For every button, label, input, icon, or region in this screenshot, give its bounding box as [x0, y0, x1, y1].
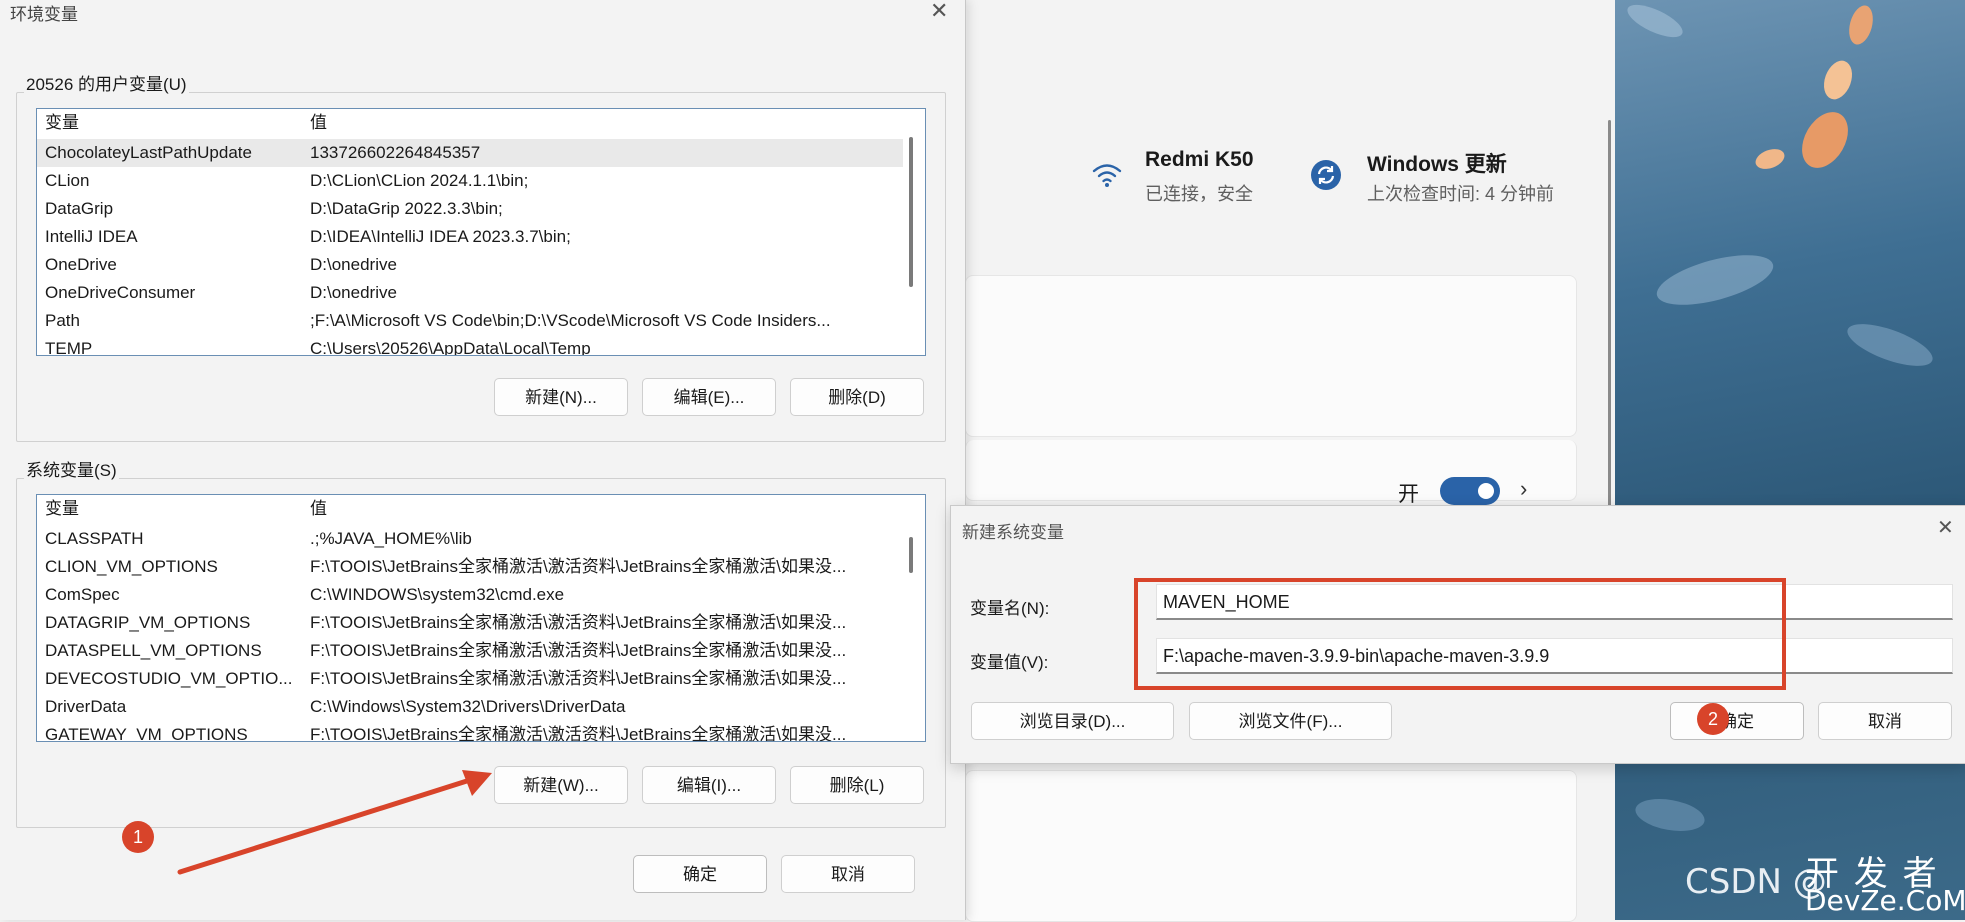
- wifi-icon: [1090, 158, 1124, 192]
- settings-card-lower: [965, 770, 1577, 922]
- close-icon[interactable]: ✕: [1937, 518, 1954, 538]
- system-variables-label: 系统变量(S): [24, 456, 119, 481]
- column-name-header[interactable]: 变量: [45, 495, 295, 523]
- ok-button[interactable]: 确定: [633, 855, 767, 893]
- table-row[interactable]: CLASSPATH .;%JAVA_HOME%\lib: [37, 525, 903, 553]
- var-name: DataGrip: [45, 199, 114, 218]
- var-value: D:\IDEA\IntelliJ IDEA 2023.3.7\bin;: [310, 227, 571, 246]
- var-name: DEVECOSTUDIO_VM_OPTIO...: [45, 669, 293, 688]
- table-row[interactable]: DEVECOSTUDIO_VM_OPTIO... F:\TOOIS\JetBrai…: [37, 665, 903, 693]
- var-name: TEMP: [45, 339, 93, 356]
- new-variable-dialog-title: 新建系统变量: [962, 523, 1064, 542]
- table-row[interactable]: DATASPELL_VM_OPTIONS F:\TOOIS\JetBrains全家…: [37, 637, 903, 665]
- table-row[interactable]: OneDriveConsumer D:\onedrive: [37, 279, 903, 307]
- var-name: ComSpec: [45, 585, 120, 604]
- var-value: D:\onedrive: [310, 283, 397, 302]
- highlight-box: [1134, 578, 1786, 690]
- var-value: C:\Users\20526\AppData\Local\Temp: [310, 339, 591, 356]
- table-row[interactable]: IntelliJ IDEA D:\IDEA\IntelliJ IDEA 2023.…: [37, 223, 903, 251]
- var-value: 133726602264845357: [310, 143, 481, 162]
- user-variables-label: 20526 的用户变量(U): [24, 70, 189, 95]
- user-delete-button[interactable]: 删除(D): [790, 378, 924, 416]
- var-value: F:\TOOIS\JetBrains全家桶激活\激活资料\JetBrains全家…: [310, 641, 847, 660]
- wifi-status: 已连接，安全: [1145, 184, 1253, 204]
- cancel-button[interactable]: 取消: [781, 855, 915, 893]
- var-value: D:\CLion\CLion 2024.1.1\bin;: [310, 171, 529, 190]
- var-name: OneDrive: [45, 255, 117, 274]
- var-name: DATASPELL_VM_OPTIONS: [45, 641, 262, 660]
- system-new-button[interactable]: 新建(W)...: [494, 766, 628, 804]
- var-value: F:\TOOIS\JetBrains全家桶激活\激活资料\JetBrains全家…: [310, 725, 847, 742]
- var-value: C:\WINDOWS\system32\cmd.exe: [310, 585, 565, 604]
- list-header: 变量 值: [37, 109, 925, 137]
- table-row[interactable]: TEMP C:\Users\20526\AppData\Local\Temp: [37, 335, 903, 356]
- var-value: D:\DataGrip 2022.3.3\bin;: [310, 199, 503, 218]
- toggle-label: 开: [1398, 483, 1419, 506]
- var-name: DriverData: [45, 697, 127, 716]
- desktop-wallpaper: [1615, 0, 1965, 920]
- var-value: F:\TOOIS\JetBrains全家桶激活\激活资料\JetBrains全家…: [310, 557, 847, 576]
- table-row[interactable]: OneDrive D:\onedrive: [37, 251, 903, 279]
- var-name: CLION_VM_OPTIONS: [45, 557, 218, 576]
- var-name: CLASSPATH: [45, 529, 144, 548]
- windows-update-title[interactable]: Windows 更新: [1367, 148, 1507, 178]
- browse-directory-button[interactable]: 浏览目录(D)...: [971, 702, 1174, 740]
- var-name: IntelliJ IDEA: [45, 227, 138, 246]
- scrollbar[interactable]: [909, 537, 913, 573]
- user-new-button[interactable]: 新建(N)...: [494, 378, 628, 416]
- table-row[interactable]: CLION_VM_OPTIONS F:\TOOIS\JetBrains全家桶激活\…: [37, 553, 903, 581]
- new-variable-ok-button[interactable]: 确定: [1670, 702, 1804, 740]
- user-variables-list[interactable]: 变量 值 ChocolateyLastPathUpdate 13372660226…: [36, 108, 926, 356]
- watermark-devze: DevZe.CoM: [1805, 884, 1965, 917]
- var-value: .;%JAVA_HOME%\lib: [310, 529, 472, 548]
- step-badge-2: 2: [1697, 703, 1729, 735]
- column-value-header[interactable]: 值: [310, 495, 919, 523]
- system-delete-button[interactable]: 删除(L): [790, 766, 924, 804]
- var-value: ;F:\A\Microsoft VS Code\bin;D:\VScode\Mi…: [310, 311, 831, 330]
- close-icon[interactable]: ✕: [930, 0, 948, 22]
- settings-toggle[interactable]: [1440, 477, 1500, 505]
- var-name: DATAGRIP_VM_OPTIONS: [45, 613, 251, 632]
- column-value-header[interactable]: 值: [310, 109, 919, 137]
- table-row[interactable]: DATAGRIP_VM_OPTIONS F:\TOOIS\JetBrains全家桶…: [37, 609, 903, 637]
- step-badge-1: 1: [122, 821, 154, 853]
- chevron-right-icon[interactable]: ›: [1520, 476, 1527, 502]
- dialog-title: 环境变量: [10, 5, 78, 24]
- wifi-network-name[interactable]: Redmi K50: [1145, 148, 1254, 172]
- scrollbar[interactable]: [909, 137, 913, 287]
- settings-card: [965, 275, 1577, 437]
- new-variable-cancel-button[interactable]: 取消: [1818, 702, 1952, 740]
- var-value: F:\TOOIS\JetBrains全家桶激活\激活资料\JetBrains全家…: [310, 613, 847, 632]
- system-variables-list[interactable]: 变量 值 CLASSPATH .;%JAVA_HOME%\lib CLION_VM…: [36, 494, 926, 742]
- var-name: ChocolateyLastPathUpdate: [45, 143, 252, 162]
- table-row[interactable]: GATEWAY_VM_OPTIONS F:\TOOIS\JetBrains全家桶激…: [37, 721, 903, 742]
- user-edit-button[interactable]: 编辑(E)...: [642, 378, 776, 416]
- table-row[interactable]: CLion D:\CLion\CLion 2024.1.1\bin;: [37, 167, 903, 195]
- var-value: F:\TOOIS\JetBrains全家桶激活\激活资料\JetBrains全家…: [310, 669, 847, 688]
- system-edit-button[interactable]: 编辑(I)...: [642, 766, 776, 804]
- table-row[interactable]: ComSpec C:\WINDOWS\system32\cmd.exe: [37, 581, 903, 609]
- var-name: CLion: [45, 171, 90, 190]
- variable-value-label: 变量值(V):: [970, 653, 1049, 672]
- var-name: Path: [45, 311, 80, 330]
- table-row[interactable]: DataGrip D:\DataGrip 2022.3.3\bin;: [37, 195, 903, 223]
- browse-file-button[interactable]: 浏览文件(F)...: [1189, 702, 1392, 740]
- var-name: OneDriveConsumer: [45, 283, 196, 302]
- annotation-arrow: [177, 770, 492, 875]
- list-header: 变量 值: [37, 495, 925, 523]
- variable-name-label: 变量名(N):: [970, 599, 1050, 618]
- var-value: C:\Windows\System32\Drivers\DriverData: [310, 697, 626, 716]
- table-row[interactable]: Path ;F:\A\Microsoft VS Code\bin;D:\VScod…: [37, 307, 903, 335]
- refresh-icon: [1309, 158, 1343, 192]
- column-name-header[interactable]: 变量: [45, 109, 295, 137]
- var-name: GATEWAY_VM_OPTIONS: [45, 725, 248, 742]
- var-value: D:\onedrive: [310, 255, 397, 274]
- table-row[interactable]: DriverData C:\Windows\System32\Drivers\Dr…: [37, 693, 903, 721]
- windows-update-status: 上次检查时间: 4 分钟前: [1367, 184, 1555, 204]
- table-row[interactable]: ChocolateyLastPathUpdate 1337266022648453…: [37, 139, 903, 167]
